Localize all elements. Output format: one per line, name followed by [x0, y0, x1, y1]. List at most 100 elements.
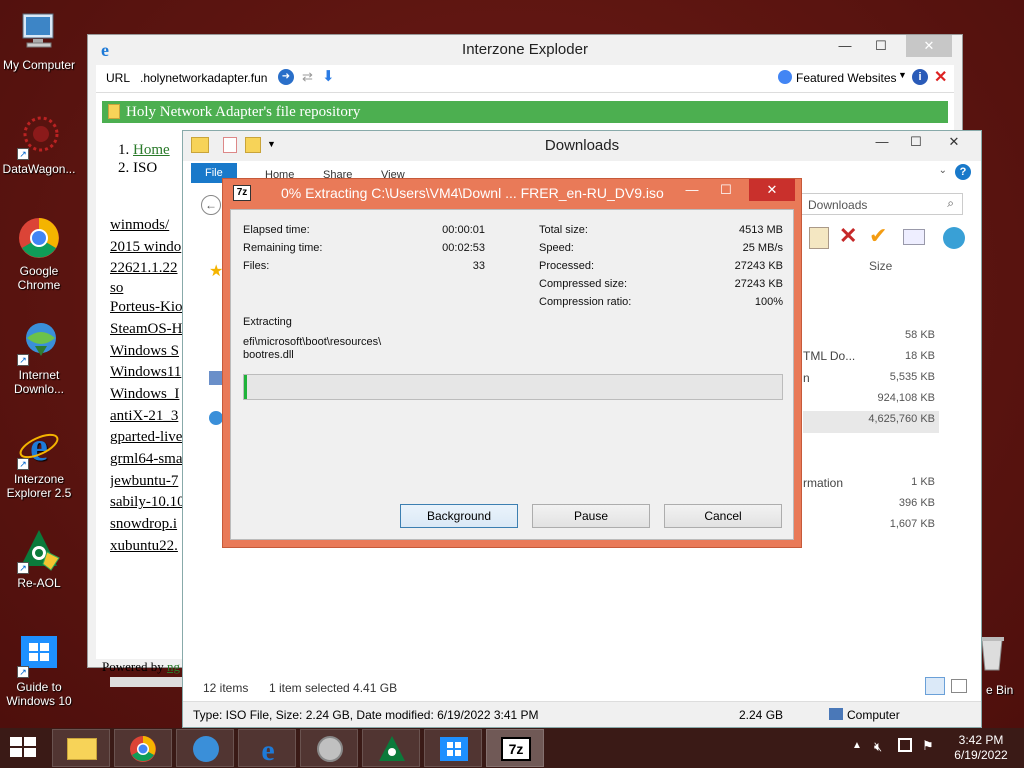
desktop-icon-interzone-explorer[interactable]: e ↗ Interzone Explorer 2.5	[0, 424, 78, 500]
taskbar-re-aol[interactable]	[362, 729, 420, 767]
taskbar-guide-windows10[interactable]	[424, 729, 482, 767]
file-size: 396 KB	[898, 497, 935, 509]
file-link[interactable]: grml64-sma	[110, 449, 190, 471]
taskbar-7zip[interactable]: 7z	[486, 729, 544, 767]
file-link[interactable]: jewbuntu-7	[110, 471, 190, 493]
tiles-view-icon[interactable]	[951, 679, 967, 693]
desktop-icon-guide-windows10[interactable]: ↗ Guide to Windows 10	[0, 632, 78, 708]
details-view-icon[interactable]	[925, 677, 945, 695]
start-button[interactable]	[10, 737, 38, 759]
maximize-button[interactable]: ☐	[709, 179, 743, 201]
minimize-button[interactable]: —	[828, 35, 862, 57]
file-link[interactable]: Windows11	[110, 362, 190, 384]
aol-icon: ↗	[17, 528, 61, 574]
breadcrumb-num: 2.	[118, 160, 130, 176]
chevron-up-icon[interactable]: ▲	[852, 740, 862, 751]
chevron-down-icon[interactable]: ⌄	[939, 165, 947, 176]
processed-value: 27243 KB	[734, 260, 783, 272]
file-link[interactable]: Porteus-Kio	[110, 297, 190, 319]
minimize-button[interactable]: —	[865, 131, 899, 153]
file-link[interactable]: so	[110, 280, 190, 297]
back-icon[interactable]: ←	[201, 195, 221, 215]
file-link[interactable]: xubuntu22.	[110, 536, 190, 558]
ie-icon: e	[261, 734, 274, 764]
download-arrow-icon[interactable]: ⬇	[322, 67, 335, 85]
file-link[interactable]: winmods/	[110, 215, 190, 237]
file-link[interactable]: snowdrop.i	[110, 514, 190, 536]
file-size: 924,108 KB	[877, 392, 936, 404]
delete-icon[interactable]: ✕	[839, 223, 857, 249]
desktop-icon-my-computer[interactable]: My Computer	[0, 10, 78, 72]
go-icon[interactable]: ➜	[278, 69, 294, 85]
remaining-time-label: Remaining time:	[243, 242, 323, 254]
minimize-button[interactable]: —	[675, 179, 709, 201]
explorer-titlebar[interactable]: ▼ Downloads — ☐ ✕	[183, 131, 981, 161]
cancel-button[interactable]: Cancel	[664, 504, 782, 528]
details-size: 2.24 GB	[739, 708, 784, 722]
status-item-count: 12 items	[203, 681, 249, 695]
taskbar-media[interactable]	[300, 729, 358, 767]
file-link[interactable]: sabily-10.10	[110, 492, 190, 514]
compressed-size-label: Compressed size:	[539, 278, 628, 290]
total-size-label: Total size:	[539, 224, 588, 236]
file-size: 18 KB	[905, 350, 935, 362]
breadcrumb-home-link[interactable]: Home	[133, 142, 170, 158]
taskbar-chrome[interactable]	[114, 729, 172, 767]
column-header-size[interactable]: Size	[869, 259, 892, 273]
svg-text:e: e	[261, 734, 274, 764]
shortcut-arrow-icon: ↗	[17, 148, 29, 160]
maximize-button[interactable]: ☐	[899, 131, 933, 153]
taskbar-internet-download[interactable]	[176, 729, 234, 767]
dialog-titlebar[interactable]: 7z 0% Extracting C:\Users\VM4\Downl ... …	[223, 179, 801, 207]
file-type-fragment: rmation	[803, 476, 844, 490]
desktop-icon-internet-download[interactable]: ↗ Internet Downlo...	[0, 320, 78, 396]
file-link[interactable]: Windows_I	[110, 384, 190, 406]
globe-icon[interactable]	[943, 227, 965, 249]
files-value: 33	[472, 260, 485, 272]
footer-link[interactable]: ng	[167, 659, 180, 674]
desktop-icon-datawagon[interactable]: ↗ DataWagon...	[0, 114, 78, 176]
file-link[interactable]: SteamOS-H	[110, 319, 190, 341]
info-icon[interactable]: i	[912, 69, 928, 85]
file-type-fragment: TML Do...	[803, 349, 856, 363]
maximize-button[interactable]: ☐	[864, 35, 898, 57]
folder-icon	[108, 104, 120, 119]
close-button[interactable]: ✕	[749, 179, 795, 201]
file-link[interactable]: 2015 windo	[110, 237, 190, 259]
search-input[interactable]: Downloads ⌕	[795, 193, 963, 215]
desktop-icon-re-aol[interactable]: ↗ Re-AOL	[0, 528, 78, 590]
compressed-size-value: 27243 KB	[734, 278, 783, 290]
close-button[interactable]: ✕	[933, 131, 975, 153]
desktop: My Computer ↗ DataWagon... Google Chrome…	[0, 0, 1024, 728]
shortcut-arrow-icon: ↗	[17, 458, 29, 470]
background-button[interactable]: Background	[400, 504, 518, 528]
internet-download-icon: ↗	[17, 320, 61, 366]
browser-titlebar[interactable]: e Interzone Exploder — ☐ ✕	[88, 35, 962, 65]
volume-muted-icon[interactable]: 🔇︎	[874, 739, 882, 755]
pause-button[interactable]: Pause	[532, 504, 650, 528]
file-link[interactable]: 22621.1.22	[110, 258, 190, 280]
shortcut-arrow-icon: ↗	[17, 354, 29, 366]
checkmark-icon[interactable]: ✔	[869, 223, 887, 249]
flag-icon[interactable]: ⚑	[922, 738, 934, 754]
taskbar-interzone-explorer[interactable]: e	[238, 729, 296, 767]
horizontal-scrollbar[interactable]	[110, 677, 190, 687]
help-icon[interactable]: ?	[955, 164, 971, 180]
file-link[interactable]: Windows S	[110, 341, 190, 363]
taskbar-file-explorer[interactable]	[52, 729, 110, 767]
stop-icon[interactable]: ✕	[934, 67, 947, 87]
file-link[interactable]: gparted-live	[110, 427, 190, 449]
rename-icon[interactable]	[903, 229, 925, 245]
desktop-icon-google-chrome[interactable]: Google Chrome	[0, 216, 78, 292]
network-icon[interactable]	[898, 738, 912, 752]
url-input[interactable]: .holynetworkadapter.fun	[140, 71, 267, 85]
compression-ratio-value: 100%	[754, 296, 783, 308]
clipboard-icon[interactable]	[809, 227, 829, 249]
refresh-icon[interactable]: ⇄	[302, 69, 313, 85]
close-button[interactable]: ✕	[906, 35, 952, 57]
clock[interactable]: 3:42 PM 6/19/2022	[948, 733, 1014, 763]
featured-websites-menu[interactable]: Featured Websites	[796, 71, 897, 85]
file-size: 4,625,760 KB	[868, 413, 935, 425]
file-link[interactable]: antiX-21_3	[110, 406, 190, 428]
files-label: Files:	[243, 260, 270, 272]
